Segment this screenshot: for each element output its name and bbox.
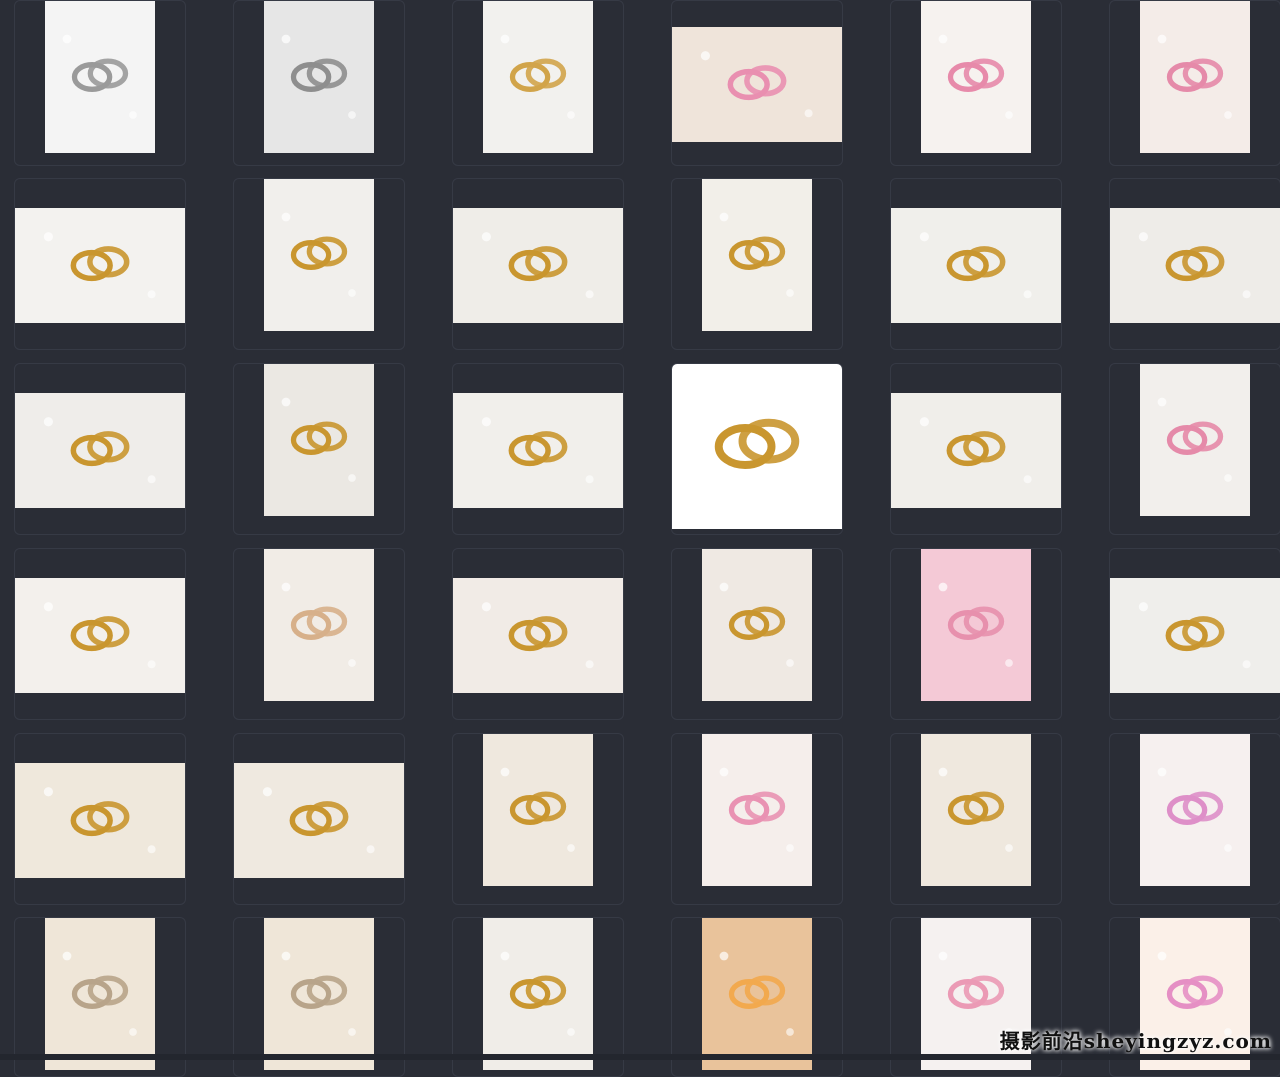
- gallery-item[interactable]: [14, 363, 186, 535]
- gallery-item[interactable]: [14, 0, 186, 166]
- gallery-thumbnail: [15, 578, 185, 693]
- gallery-item[interactable]: [671, 363, 843, 535]
- gallery-item[interactable]: [890, 363, 1062, 535]
- gallery-thumbnail: [1110, 578, 1280, 693]
- gallery-thumbnail: [15, 208, 185, 323]
- gallery-thumbnail: [264, 1, 374, 153]
- gallery-thumbnail: [15, 763, 185, 878]
- gallery-item[interactable]: [671, 733, 843, 905]
- gallery-item[interactable]: [233, 917, 405, 1077]
- gallery-item[interactable]: [452, 917, 624, 1077]
- gallery-item[interactable]: [452, 733, 624, 905]
- gallery-thumbnail: [45, 1, 155, 153]
- gallery-thumbnail: [702, 918, 812, 1070]
- gallery-thumbnail: [453, 208, 623, 323]
- bottom-edge: [0, 1054, 1280, 1060]
- gallery-thumbnail: [1140, 734, 1250, 886]
- site-watermark: 摄影前沿sheyingzyz.com: [999, 1029, 1272, 1053]
- gallery-item[interactable]: [233, 363, 405, 535]
- gallery-thumbnail: [483, 734, 593, 886]
- gallery-thumbnail: [453, 393, 623, 508]
- gallery-thumbnail: [672, 27, 842, 142]
- gallery-item[interactable]: [452, 363, 624, 535]
- gallery-item[interactable]: [14, 917, 186, 1077]
- gallery-item[interactable]: [1109, 733, 1280, 905]
- gallery-item[interactable]: [14, 548, 186, 720]
- gallery-thumbnail: [483, 918, 593, 1070]
- gallery-thumbnail: [453, 578, 623, 693]
- gallery-thumbnail: [1140, 364, 1250, 516]
- gallery-thumbnail: [234, 763, 404, 878]
- gallery-thumbnail: [264, 549, 374, 701]
- gallery-item[interactable]: [671, 178, 843, 350]
- gallery-item[interactable]: [890, 733, 1062, 905]
- gallery-item[interactable]: [233, 733, 405, 905]
- gallery-thumbnail: [702, 734, 812, 886]
- gallery-thumbnail: [1110, 208, 1280, 323]
- gallery-item[interactable]: [671, 0, 843, 166]
- gallery-thumbnail: [1140, 1, 1250, 153]
- gallery-item[interactable]: [452, 548, 624, 720]
- gallery-item[interactable]: [890, 0, 1062, 166]
- gallery-thumbnail: [264, 179, 374, 331]
- gallery-item[interactable]: [1109, 548, 1280, 720]
- gallery-item[interactable]: [14, 178, 186, 350]
- gallery-thumbnail: [264, 364, 374, 516]
- gallery-item[interactable]: [890, 178, 1062, 350]
- gallery-thumbnail: [921, 734, 1031, 886]
- gallery-thumbnail: [483, 1, 593, 153]
- gallery-thumbnail: [672, 364, 842, 529]
- gallery-item[interactable]: [452, 178, 624, 350]
- gallery-thumbnail: [891, 393, 1061, 508]
- gallery-item[interactable]: [890, 548, 1062, 720]
- gallery-item[interactable]: [671, 917, 843, 1077]
- gallery-item[interactable]: [233, 548, 405, 720]
- gallery-thumbnail: [891, 208, 1061, 323]
- gallery-item[interactable]: [14, 733, 186, 905]
- gallery-item[interactable]: [452, 0, 624, 166]
- gallery-item[interactable]: [1109, 363, 1280, 535]
- gallery-item[interactable]: [1109, 178, 1280, 350]
- gallery-item[interactable]: [233, 178, 405, 350]
- gallery-item[interactable]: [233, 0, 405, 166]
- image-gallery-grid: [0, 0, 1280, 1077]
- gallery-item[interactable]: [671, 548, 843, 720]
- gallery-thumbnail: [921, 1, 1031, 153]
- gallery-thumbnail: [702, 179, 812, 331]
- gallery-thumbnail: [702, 549, 812, 701]
- gallery-thumbnail: [15, 393, 185, 508]
- gallery-thumbnail: [45, 918, 155, 1070]
- gallery-item[interactable]: [1109, 0, 1280, 166]
- gallery-thumbnail: [921, 549, 1031, 701]
- gallery-thumbnail: [264, 918, 374, 1070]
